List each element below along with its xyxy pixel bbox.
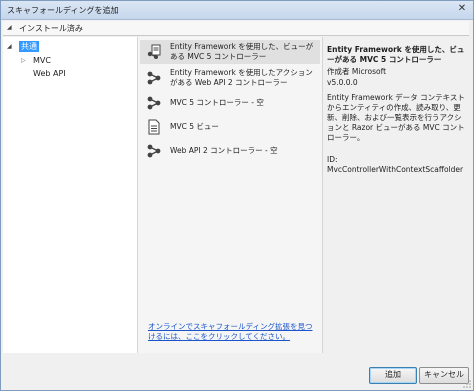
detail-version: v5.0.0.0 <box>327 78 358 87</box>
template-label: Entity Framework を使用した、ビューがある MVC 5 コントロ… <box>170 42 314 61</box>
detail-id: ID: MvcControllerWithContextScaffolder <box>327 155 464 174</box>
template-item-mvc-view[interactable]: MVC 5 ビュー <box>140 117 320 137</box>
tree-expander-icon[interactable]: ◢ <box>7 43 12 50</box>
template-label: Entity Framework を使用したアクションがある Web API 2… <box>170 68 313 87</box>
template-label: Web API 2 コントローラー - 空 <box>170 146 278 155</box>
template-item-mvc-controller-ef[interactable]: Entity Framework を使用した、ビューがある MVC 5 コントロ… <box>140 40 320 64</box>
api-controller-icon <box>147 71 161 85</box>
online-extensions-link[interactable]: オンラインでスキャフォールディング拡張を見つけるには、ここをクリックしてください… <box>148 322 316 342</box>
tree-expander-icon[interactable]: ▷ <box>21 57 26 64</box>
tree-item-common[interactable]: 共通 <box>19 41 39 52</box>
title-bar: スキャフォールディングを追加 ✕ <box>1 1 473 20</box>
close-icon[interactable]: ✕ <box>455 3 469 16</box>
api-controller-icon <box>147 144 161 158</box>
detail-author: 作成者 Microsoft <box>327 67 387 76</box>
detail-title: Entity Framework を使用した、ビューがある MVC 5 コントロ… <box>327 45 465 64</box>
template-item-webapi-controller-empty[interactable]: Web API 2 コントローラー - 空 <box>140 141 320 161</box>
view-page-icon <box>148 119 160 135</box>
detail-description: Entity Framework データ コンテキストからエンティティの作成、読… <box>327 93 465 142</box>
cancel-button[interactable]: キャンセル <box>419 367 469 384</box>
controller-views-icon <box>147 44 161 59</box>
template-label: MVC 5 コントローラー - 空 <box>170 98 264 107</box>
template-item-mvc-controller-empty[interactable]: MVC 5 コントローラー - 空 <box>140 93 320 113</box>
resize-grip-icon[interactable] <box>463 380 471 388</box>
add-scaffold-dialog: スキャフォールディングを追加 ✕ ◢ インストール済み ◢ 共通 ▷ MVC W… <box>0 0 474 391</box>
add-button[interactable]: 追加 <box>369 367 417 384</box>
category-tree: ◢ 共通 ▷ MVC Web API <box>3 37 138 353</box>
dialog-title: スキャフォールディングを追加 <box>7 6 119 15</box>
installed-header[interactable]: ◢ インストール済み <box>3 21 469 36</box>
details-pane: Entity Framework を使用した、ビューがある MVC 5 コントロ… <box>323 37 471 353</box>
controller-icon <box>147 96 161 110</box>
tree-item-mvc[interactable]: MVC <box>33 56 51 65</box>
template-list: Entity Framework を使用した、ビューがある MVC 5 コントロ… <box>138 37 323 353</box>
template-label: MVC 5 ビュー <box>170 122 219 131</box>
tree-item-web-api[interactable]: Web API <box>33 69 66 78</box>
collapse-triangle-icon[interactable]: ◢ <box>7 24 12 31</box>
template-item-webapi-controller-ef[interactable]: Entity Framework を使用したアクションがある Web API 2… <box>140 66 320 90</box>
installed-label: インストール済み <box>19 24 83 33</box>
